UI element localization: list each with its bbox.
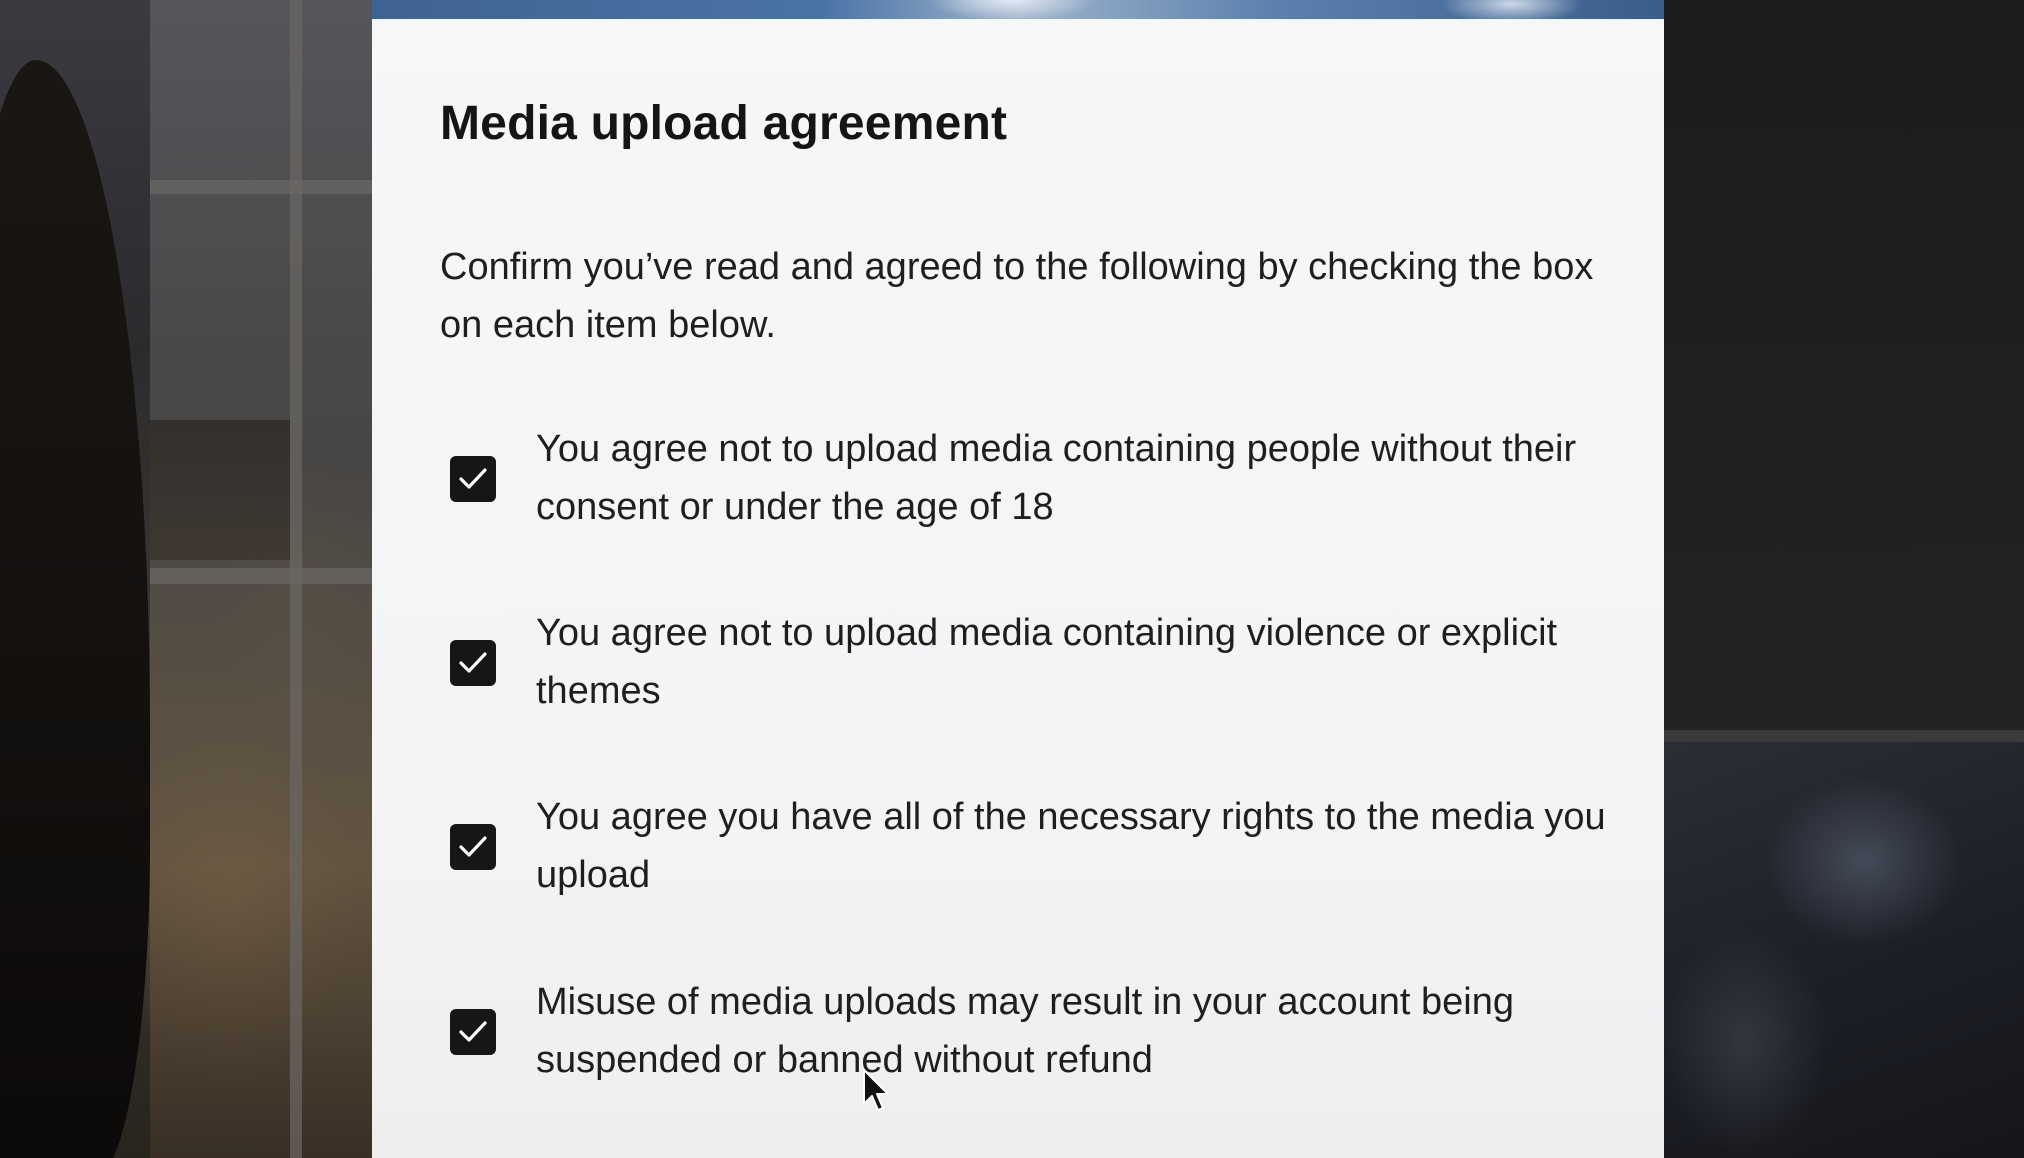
dialog-header-image [372, 0, 1664, 19]
media-upload-agreement-dialog: Media upload agreement Confirm you’ve re… [372, 0, 1664, 1158]
agreement-checkbox-violence[interactable] [450, 640, 496, 686]
background-right [1664, 0, 2024, 1158]
background-right-photo [1664, 742, 2024, 1158]
background-left-photo [0, 0, 372, 1158]
dialog-intro-text: Confirm you’ve read and agreed to the fo… [440, 246, 1594, 346]
agreement-text-consent: You agree not to upload media containing… [536, 428, 1577, 528]
window-mullion [150, 180, 372, 194]
background-right-dark-area [1664, 0, 2024, 730]
checkmark-icon [459, 1021, 487, 1042]
agreement-checkbox-consent[interactable] [450, 456, 496, 502]
mouse-pointer-icon [863, 1069, 889, 1111]
checkmark-icon [459, 468, 487, 489]
agreement-text-misuse: Misuse of media uploads may result in yo… [536, 981, 1514, 1081]
distant-buildings [150, 420, 290, 560]
window-mullion [290, 0, 302, 1158]
window-mullion [150, 568, 372, 584]
agreement-text-violence: You agree not to upload media containing… [536, 612, 1558, 712]
agreement-checkbox-rights[interactable] [450, 824, 496, 870]
dialog-title: Media upload agreement [440, 97, 1008, 150]
checkmark-icon [459, 836, 487, 857]
agreement-text-rights: You agree you have all of the necessary … [536, 796, 1606, 896]
checkmark-icon [459, 652, 487, 673]
background-right-divider [1664, 730, 2024, 742]
person-hair [0, 60, 150, 1158]
agreement-checkbox-misuse[interactable] [450, 1009, 496, 1055]
